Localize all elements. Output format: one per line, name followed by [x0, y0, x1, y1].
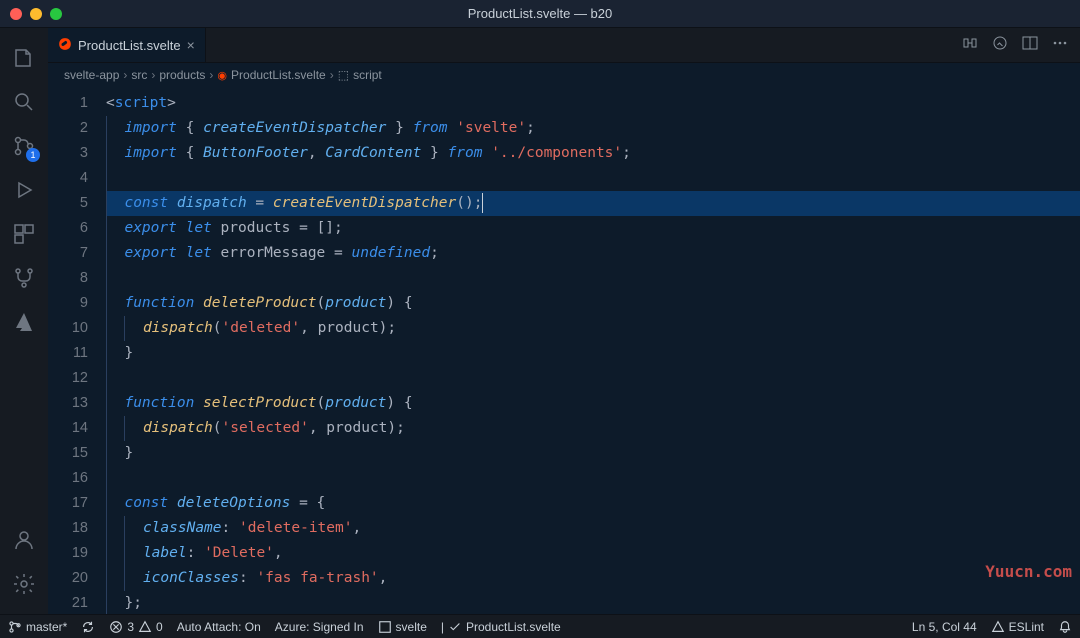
watermark: Yuucn.com	[985, 559, 1072, 584]
svelte-file-icon	[58, 37, 72, 54]
activity-bar: 1	[0, 28, 48, 614]
breadcrumbs[interactable]: svelte-app › src › products › ◉ ProductL…	[48, 63, 1080, 87]
tab-filename: ProductList.svelte	[78, 38, 181, 53]
run-debug-icon[interactable]	[0, 168, 48, 212]
breadcrumb-item[interactable]: script	[353, 68, 382, 82]
breadcrumb-item[interactable]: ProductList.svelte	[231, 68, 326, 82]
chevron-right-icon: ›	[123, 68, 127, 82]
breadcrumb-item[interactable]: products	[159, 68, 205, 82]
extensions-icon[interactable]	[0, 212, 48, 256]
cursor-position-status[interactable]: Ln 5, Col 44	[912, 620, 977, 634]
run-action-icon[interactable]	[992, 35, 1008, 56]
titlebar: ProductList.svelte — b20	[0, 0, 1080, 28]
svelte-lang-status[interactable]: svelte	[378, 620, 427, 634]
line-number-gutter: 1 2 3 4 5 6 7 8 9 10 11 12 13 14 15 16 1…	[48, 87, 106, 614]
editor-tab[interactable]: ProductList.svelte ×	[48, 28, 206, 62]
window-controls	[10, 8, 62, 20]
notifications-icon[interactable]	[1058, 620, 1072, 634]
maximize-window-button[interactable]	[50, 8, 62, 20]
azure-icon[interactable]	[0, 300, 48, 344]
split-editor-icon[interactable]	[1022, 35, 1038, 56]
git-branch-status[interactable]: master*	[8, 620, 67, 634]
cube-icon: ⬚	[338, 68, 349, 82]
breadcrumb-item[interactable]: svelte-app	[64, 68, 119, 82]
sync-status[interactable]	[81, 620, 95, 634]
window-title: ProductList.svelte — b20	[468, 6, 613, 21]
explorer-icon[interactable]	[0, 36, 48, 80]
svelte-check-status[interactable]: | ProductList.svelte	[441, 620, 561, 634]
editor-area: ProductList.svelte × svelte-app › src › …	[48, 28, 1080, 614]
more-actions-icon[interactable]	[1052, 35, 1068, 56]
azure-status[interactable]: Azure: Signed In	[275, 620, 364, 634]
close-window-button[interactable]	[10, 8, 22, 20]
source-control-icon[interactable]: 1	[0, 124, 48, 168]
auto-attach-status[interactable]: Auto Attach: On	[177, 620, 261, 634]
problems-status[interactable]: 3 0	[109, 620, 162, 634]
search-icon[interactable]	[0, 80, 48, 124]
chevron-right-icon: ›	[330, 68, 334, 82]
scm-badge: 1	[26, 148, 40, 162]
chevron-right-icon: ›	[209, 68, 213, 82]
close-tab-icon[interactable]: ×	[187, 37, 195, 53]
tab-bar: ProductList.svelte ×	[48, 28, 1080, 63]
tab-actions	[962, 28, 1080, 62]
compare-icon[interactable]	[962, 35, 978, 56]
eslint-status[interactable]: ESLint	[991, 620, 1044, 634]
code-area[interactable]: <script> import { createEventDispatcher …	[106, 87, 1080, 614]
editor-body[interactable]: 1 2 3 4 5 6 7 8 9 10 11 12 13 14 15 16 1…	[48, 87, 1080, 614]
svelte-file-icon: ◉	[217, 69, 227, 82]
status-bar: master* 3 0 Auto Attach: On Azure: Signe…	[0, 614, 1080, 638]
settings-gear-icon[interactable]	[0, 562, 48, 606]
minimize-window-button[interactable]	[30, 8, 42, 20]
account-icon[interactable]	[0, 518, 48, 562]
branches-icon[interactable]	[0, 256, 48, 300]
chevron-right-icon: ›	[151, 68, 155, 82]
text-cursor	[482, 193, 483, 213]
breadcrumb-item[interactable]: src	[131, 68, 147, 82]
